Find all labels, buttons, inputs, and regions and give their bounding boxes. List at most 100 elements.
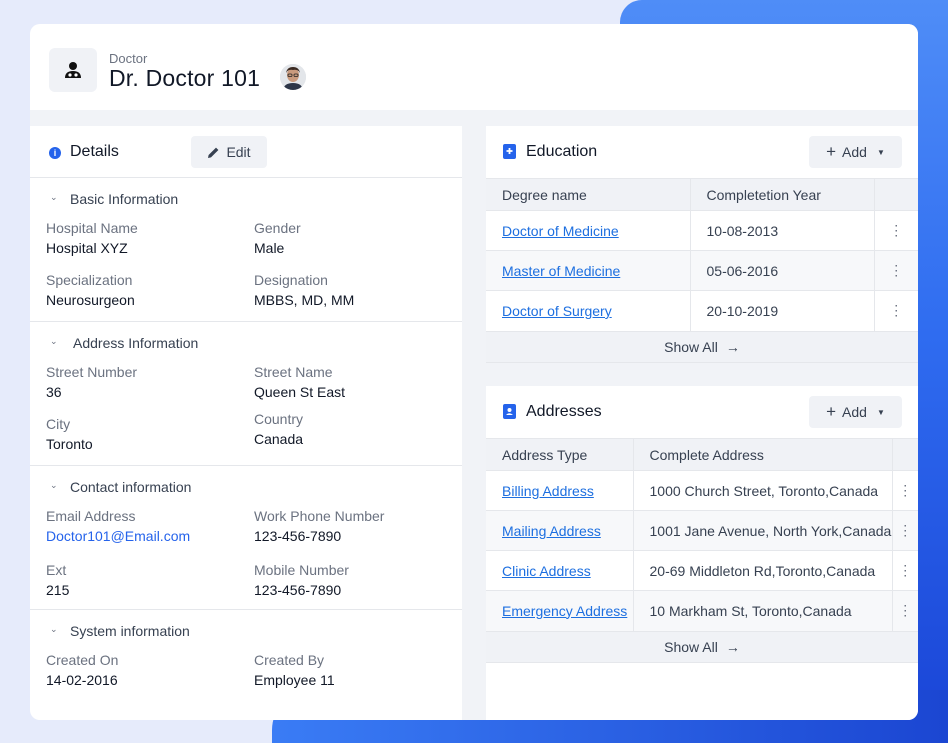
- addresses-header: Addresses + Add ▼: [486, 386, 918, 438]
- kebab-icon[interactable]: ⋮: [874, 250, 918, 291]
- email-link[interactable]: Doctor101@Email.com: [46, 528, 190, 544]
- mobile-field: Mobile Number 123-456-7890: [254, 562, 349, 598]
- page-title: Dr. Doctor 101: [109, 65, 261, 91]
- field-value: Male: [254, 240, 285, 256]
- created-on-field: Created On 14-02-2016: [46, 652, 118, 688]
- year-cell: 20-10-2019: [690, 290, 875, 331]
- field-value: Employee 11: [254, 672, 335, 688]
- country-field: Country Canada: [254, 411, 303, 447]
- field-label: Ext: [46, 562, 67, 578]
- created-by-field: Created By Employee 11: [254, 652, 335, 688]
- field-value: Neurosurgeon: [46, 292, 135, 308]
- add-address-button[interactable]: + Add ▼: [809, 396, 902, 428]
- basic-information-toggle[interactable]: ⌄ Basic Information: [30, 178, 462, 218]
- table-row: Clinic Address 20-69 Middleton Rd,Toront…: [486, 550, 918, 591]
- address-information-toggle[interactable]: ⌄ Address Information: [30, 322, 462, 362]
- table-header-row: Address Type Complete Address: [486, 438, 918, 471]
- table-row: Mailing Address 1001 Jane Avenue, North …: [486, 510, 918, 551]
- address-cell: 20-69 Middleton Rd,Toronto,Canada: [633, 550, 893, 591]
- address-type-link[interactable]: Mailing Address: [502, 523, 601, 539]
- kebab-icon[interactable]: ⋮: [892, 510, 918, 551]
- column-header-complete-address[interactable]: Complete Address: [633, 438, 893, 471]
- add-button-label: Add: [842, 404, 867, 420]
- add-button-label: Add: [842, 144, 867, 160]
- field-label: Street Number: [46, 364, 138, 380]
- education-book-icon: [503, 144, 516, 159]
- edit-button[interactable]: Edit: [191, 136, 267, 168]
- doctor-profile-card: Doctor Dr. Doctor 101 i Details Edit ⌄ B…: [30, 24, 918, 720]
- street-number-field: Street Number 36: [46, 364, 137, 400]
- details-header: i Details Edit: [30, 126, 462, 178]
- education-table: Degree name Completetion Year Doctor of …: [486, 178, 918, 331]
- field-value: 123-456-7890: [254, 528, 342, 544]
- column-header-actions: [874, 178, 918, 211]
- column-header-degree[interactable]: Degree name: [486, 178, 691, 211]
- kebab-icon[interactable]: ⋮: [892, 470, 918, 511]
- table-row: Doctor of Surgery 20-10-2019 ⋮: [486, 290, 918, 331]
- field-value: Canada: [254, 431, 304, 447]
- page-header: Doctor Dr. Doctor 101: [30, 24, 918, 110]
- contact-information-section: ⌄ Contact information Email Address Doct…: [30, 466, 462, 610]
- table-row: Billing Address 1000 Church Street, Toro…: [486, 470, 918, 511]
- degree-link[interactable]: Master of Medicine: [502, 263, 620, 279]
- address-cell: 1000 Church Street, Toronto,Canada: [633, 470, 893, 511]
- field-label: Created By: [254, 652, 325, 668]
- address-type-link[interactable]: Emergency Address: [502, 603, 627, 619]
- field-value: Queen St East: [254, 384, 346, 400]
- field-value: 36: [46, 384, 62, 400]
- address-cell: 10 Markham St, Toronto,Canada: [633, 590, 893, 631]
- chevron-down-icon: ⌄: [50, 480, 58, 490]
- system-information-section: ⌄ System information Created On 14-02-20…: [30, 610, 462, 720]
- address-type-link[interactable]: Clinic Address: [502, 563, 591, 579]
- field-label: Hospital Name: [46, 220, 138, 236]
- hospital-name-field: Hospital Name Hospital XYZ: [46, 220, 138, 256]
- section-title: Basic Information: [70, 191, 179, 207]
- contact-information-toggle[interactable]: ⌄ Contact information: [30, 466, 462, 506]
- addresses-show-all-button[interactable]: Show All →: [486, 630, 918, 663]
- caret-down-icon: ▼: [876, 407, 885, 417]
- add-education-button[interactable]: + Add ▼: [809, 136, 902, 168]
- field-label: Designation: [254, 272, 328, 288]
- table-row: Emergency Address 10 Markham St, Toronto…: [486, 590, 918, 631]
- degree-link[interactable]: Doctor of Surgery: [502, 303, 612, 319]
- chevron-down-icon: ⌄: [50, 624, 58, 634]
- avatar[interactable]: [280, 64, 306, 90]
- pencil-icon: [208, 147, 219, 158]
- kebab-icon[interactable]: ⋮: [892, 590, 918, 631]
- designation-field: Designation MBBS, MD, MM: [254, 272, 354, 308]
- plus-icon: +: [826, 142, 837, 161]
- field-value: MBBS, MD, MM: [254, 292, 355, 308]
- column-header-year[interactable]: Completetion Year: [690, 178, 875, 211]
- field-label: Specialization: [46, 272, 133, 288]
- details-panel: i Details Edit ⌄ Basic Information Hospi…: [30, 126, 462, 720]
- addresses-table: Address Type Complete Address Billing Ad…: [486, 438, 918, 631]
- education-panel: Education + Add ▼ Degree name Completeti…: [486, 126, 918, 363]
- address-information-section: ⌄ Address Information Street Number 36 S…: [30, 322, 462, 466]
- field-label: Created On: [46, 652, 119, 668]
- table-row: Master of Medicine 05-06-2016 ⋮: [486, 250, 918, 291]
- table-header-row: Degree name Completetion Year: [486, 178, 918, 211]
- column-header-address-type[interactable]: Address Type: [486, 438, 634, 471]
- kebab-icon[interactable]: ⋮: [874, 210, 918, 251]
- education-header: Education + Add ▼: [486, 126, 918, 178]
- field-label: Gender: [254, 220, 301, 236]
- chevron-down-icon: ⌄: [50, 336, 58, 346]
- kebab-icon[interactable]: ⋮: [892, 550, 918, 591]
- field-value: 215: [46, 582, 70, 598]
- field-value: 14-02-2016: [46, 672, 118, 688]
- specialization-field: Specialization Neurosurgeon: [46, 272, 135, 308]
- field-label: Mobile Number: [254, 562, 349, 578]
- show-all-label: Show All: [664, 338, 718, 355]
- system-information-toggle[interactable]: ⌄ System information: [30, 610, 462, 650]
- degree-link[interactable]: Doctor of Medicine: [502, 223, 619, 239]
- arrow-right-icon: →: [725, 338, 740, 355]
- kebab-icon[interactable]: ⋮: [874, 290, 918, 331]
- education-show-all-button[interactable]: Show All →: [486, 330, 918, 363]
- city-field: City Toronto: [46, 416, 93, 452]
- section-title: Address Information: [73, 335, 199, 351]
- show-all-label: Show All: [664, 638, 718, 655]
- section-title: Contact information: [70, 479, 192, 495]
- address-type-link[interactable]: Billing Address: [502, 483, 594, 499]
- field-label: Street Name: [254, 364, 333, 380]
- caret-down-icon: ▼: [876, 147, 885, 157]
